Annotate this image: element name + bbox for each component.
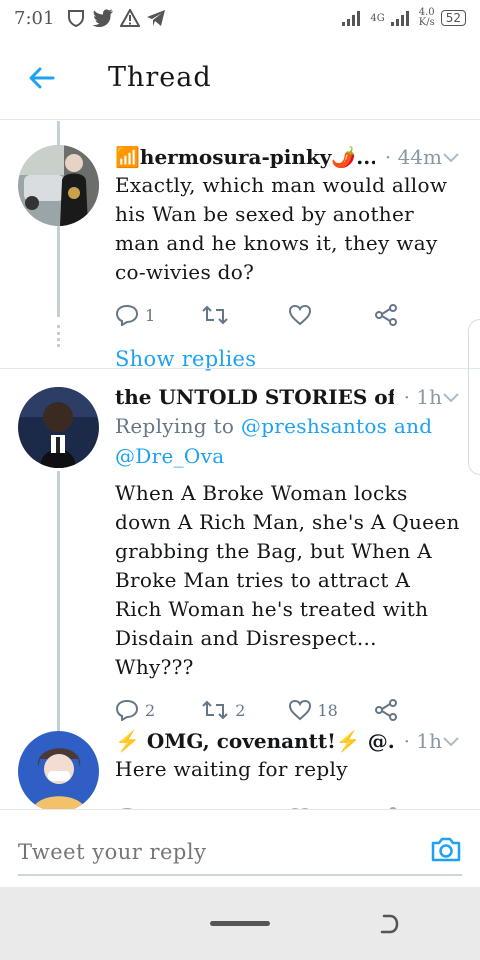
page-title: Thread xyxy=(108,62,212,93)
chevron-down-icon[interactable] xyxy=(442,145,460,169)
reply-count: 1 xyxy=(145,305,156,325)
tweet-text: Here waiting for reply xyxy=(115,757,348,781)
tweet-time: · 44m xyxy=(384,145,442,169)
network-speed: 4.0 K/s xyxy=(418,7,435,28)
network-type: 4G xyxy=(370,12,385,24)
retweet-icon xyxy=(202,305,228,325)
system-back-button[interactable] xyxy=(378,913,400,939)
system-nav-bar xyxy=(0,887,480,960)
avatar-image xyxy=(18,731,99,809)
reply-icon xyxy=(115,304,139,326)
tweet-actions xyxy=(115,798,460,809)
tweet-text: Exactly, which man would allow his Wan b… xyxy=(115,173,448,284)
shield-icon xyxy=(68,10,85,27)
retweet-icon xyxy=(202,700,228,720)
camera-icon xyxy=(431,837,461,862)
heart-icon xyxy=(288,304,311,326)
reply-count: 2 xyxy=(145,700,156,720)
battery-indicator: 52 xyxy=(440,10,466,26)
camera-button[interactable] xyxy=(430,835,462,867)
back-button[interactable] xyxy=(0,36,84,120)
retweet-button[interactable]: 2 xyxy=(201,699,287,721)
avatar[interactable] xyxy=(18,731,99,809)
thread-list[interactable]: 📶hermosura-pinky🌶️... · 44m Exactly, whi… xyxy=(0,121,480,809)
reply-button[interactable]: 2 xyxy=(115,699,201,721)
tweet-actions: 2 2 18 xyxy=(115,690,460,730)
chevron-down-icon[interactable] xyxy=(442,385,460,409)
reply-composer xyxy=(0,809,480,887)
tweet[interactable]: the UNTOLD STORIES of ... · 1h Replying … xyxy=(0,385,480,730)
author-name[interactable]: the UNTOLD STORIES of ... xyxy=(115,385,394,409)
replying-to: Replying to @preshsantos and @Dre_Ova xyxy=(115,414,433,468)
divider xyxy=(0,368,480,369)
author-name[interactable]: 📶hermosura-pinky🌶️... xyxy=(115,145,375,169)
tweet[interactable]: 📶hermosura-pinky🌶️... · 44m Exactly, whi… xyxy=(0,145,480,371)
arrow-left-icon xyxy=(29,67,55,88)
reply-button[interactable]: 1 xyxy=(115,304,201,326)
avatar-image xyxy=(18,145,99,226)
avatar[interactable] xyxy=(18,387,99,468)
scroll-indicator[interactable] xyxy=(468,319,480,475)
author-name[interactable]: ⚡ OMG, covenantt!⚡ @... xyxy=(115,729,394,753)
like-button[interactable]: 18 xyxy=(288,699,374,721)
tweet[interactable]: ⚡ OMG, covenantt!⚡ @... · 1h Here waitin… xyxy=(0,729,480,809)
like-count: 18 xyxy=(317,700,338,720)
share-button[interactable] xyxy=(374,699,460,721)
telegram-icon xyxy=(147,10,166,26)
tweet-time: · 1h xyxy=(403,385,442,409)
warning-icon xyxy=(120,9,141,27)
share-icon xyxy=(374,699,397,721)
status-bar: 7:01 4G 4.0 K/s 52 xyxy=(0,0,480,36)
share-button[interactable] xyxy=(374,304,460,326)
heart-icon xyxy=(288,699,311,721)
tweet-time: · 1h xyxy=(403,729,442,753)
back-gesture-icon xyxy=(380,914,399,934)
retweet-count: 2 xyxy=(235,700,246,720)
retweet-button[interactable] xyxy=(201,304,287,326)
twitter-icon xyxy=(92,9,114,27)
avatar-image xyxy=(18,387,99,468)
chevron-down-icon[interactable] xyxy=(442,729,460,753)
thread-header: Thread xyxy=(0,36,480,120)
reply-input[interactable] xyxy=(18,830,462,876)
signal-icon xyxy=(342,11,361,26)
home-gesture-pill[interactable] xyxy=(210,921,270,926)
status-time: 7:01 xyxy=(14,7,55,29)
like-button[interactable] xyxy=(288,304,374,326)
signal-icon-2 xyxy=(390,11,409,26)
reply-icon xyxy=(115,699,139,721)
tweet-actions: 1 xyxy=(115,295,460,335)
avatar[interactable] xyxy=(18,145,99,226)
tweet-text: When A Broke Woman locks down A Rich Man… xyxy=(115,481,460,679)
share-icon xyxy=(374,304,397,326)
